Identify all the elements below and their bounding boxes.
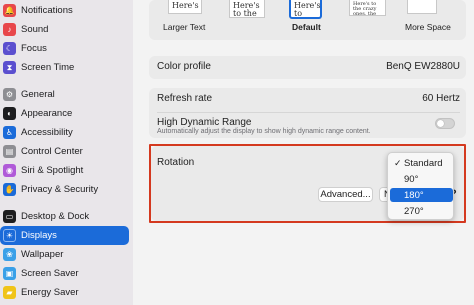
screen-saver-icon: ▣ [3,267,16,280]
siri-icon: ◉ [3,164,16,177]
rotation-option-label: Standard [404,157,443,169]
resolution-thumb-4[interactable]: Here's to the crazy ones, the misfits, t… [349,0,386,16]
accessibility-icon: ♿ [3,126,16,139]
sidebar-item-label: Displays [21,230,57,241]
sidebar-item-label: Sound [21,24,49,35]
rotation-option-label: 270° [404,205,424,217]
rotation-menu: ✓ Standard 90° 180° 270° [387,152,454,220]
sidebar-item-appearance[interactable]: ◐ Appearance [0,104,131,123]
speaker-icon: ♪ [3,23,16,36]
rotation-option-label: 180° [404,189,424,201]
sidebar-item-focus[interactable]: ☾ Focus [0,39,131,58]
hdr-description: Automatically adjust the display to show… [157,128,371,135]
sidebar-item-label: Notifications [21,5,73,16]
rotation-option-270[interactable]: 270° [390,204,453,218]
sidebar-item-desktop-dock[interactable]: ▭ Desktop & Dock [0,207,131,226]
rotation-option-90[interactable]: 90° [390,172,453,186]
moon-icon: ☾ [3,42,16,55]
color-profile-label: Color profile [157,61,211,72]
color-profile-select[interactable]: BenQ EW2880U [360,61,460,72]
sidebar-item-label: Control Center [21,146,83,157]
sidebar-item-label: Desktop & Dock [21,211,90,222]
sidebar-item-screen-saver[interactable]: ▣ Screen Saver [0,264,131,283]
sidebar-item-energy-saver[interactable]: ▰ Energy Saver [0,283,131,302]
resolution-thumb-default[interactable]: Here's to the troublema ones. [289,0,322,19]
sidebar-item-displays[interactable]: ☀ Displays [0,226,129,245]
hand-icon: ✋ [3,183,16,196]
sidebar-item-label: Energy Saver [21,287,79,298]
hourglass-icon: ⧗ [3,61,16,74]
sidebar-item-control-center[interactable]: ▤ Control Center [0,142,131,161]
sidebar-item-privacy-security[interactable]: ✋ Privacy & Security [0,180,131,199]
wallpaper-icon: ❀ [3,248,16,261]
refresh-rate-label: Refresh rate [157,93,213,104]
sidebar-item-sound[interactable]: ♪ Sound [0,20,131,39]
resolution-thumb-larger-text[interactable]: Here's [168,0,202,14]
sidebar-item-label: Screen Time [21,62,75,73]
resolution-thumb-more-space[interactable] [407,0,437,14]
sidebar-item-label: General [21,89,55,100]
divider [157,112,460,113]
sidebar-item-label: Wallpaper [21,249,64,260]
sun-icon: ☀ [3,229,16,242]
color-profile-value: BenQ EW2880U [386,61,460,72]
sidebar-item-general[interactable]: ⚙ General [0,85,131,104]
sidebar-item-label: Siri & Spotlight [21,165,84,176]
sidebar-item-label: Accessibility [21,127,73,138]
sidebar-item-label: Screen Saver [21,268,79,279]
sidebar-item-screen-time[interactable]: ⧗ Screen Time [0,58,131,77]
resolution-label-default: Default [292,22,321,32]
rotation-option-label: 90° [404,173,419,185]
sidebar-item-label: Appearance [21,108,73,119]
rotation-option-standard[interactable]: ✓ Standard [390,156,453,170]
resolution-label-more-space: More Space [405,22,451,32]
rotation-option-180[interactable]: 180° [390,188,453,202]
resolution-label-larger-text: Larger Text [163,22,206,32]
sidebar: 🔔 Notifications ♪ Sound ☾ Focus ⧗ Screen… [0,0,133,305]
bell-icon: 🔔 [3,4,16,17]
hdr-toggle[interactable] [435,118,455,129]
resolution-thumb-2[interactable]: Here's to the troublem [229,0,265,18]
sidebar-item-label: Focus [21,43,47,54]
battery-icon: ▰ [3,286,16,299]
sidebar-item-wallpaper[interactable]: ❀ Wallpaper [0,245,131,264]
sidebar-item-siri-spotlight[interactable]: ◉ Siri & Spotlight [0,161,131,180]
sidebar-item-accessibility[interactable]: ♿ Accessibility [0,123,131,142]
appearance-icon: ◐ [3,107,16,120]
gear-icon: ⚙ [3,88,16,101]
refresh-rate-value: 60 Hertz [422,93,460,104]
hdr-label: High Dynamic Range [157,117,252,128]
sidebar-item-label: Privacy & Security [21,184,99,195]
control-center-icon: ▤ [3,145,16,158]
dock-icon: ▭ [3,210,16,223]
refresh-rate-select[interactable]: 60 Hertz [370,93,460,104]
checkmark-icon: ✓ [394,157,402,168]
sidebar-item-notifications[interactable]: 🔔 Notifications [0,1,131,20]
